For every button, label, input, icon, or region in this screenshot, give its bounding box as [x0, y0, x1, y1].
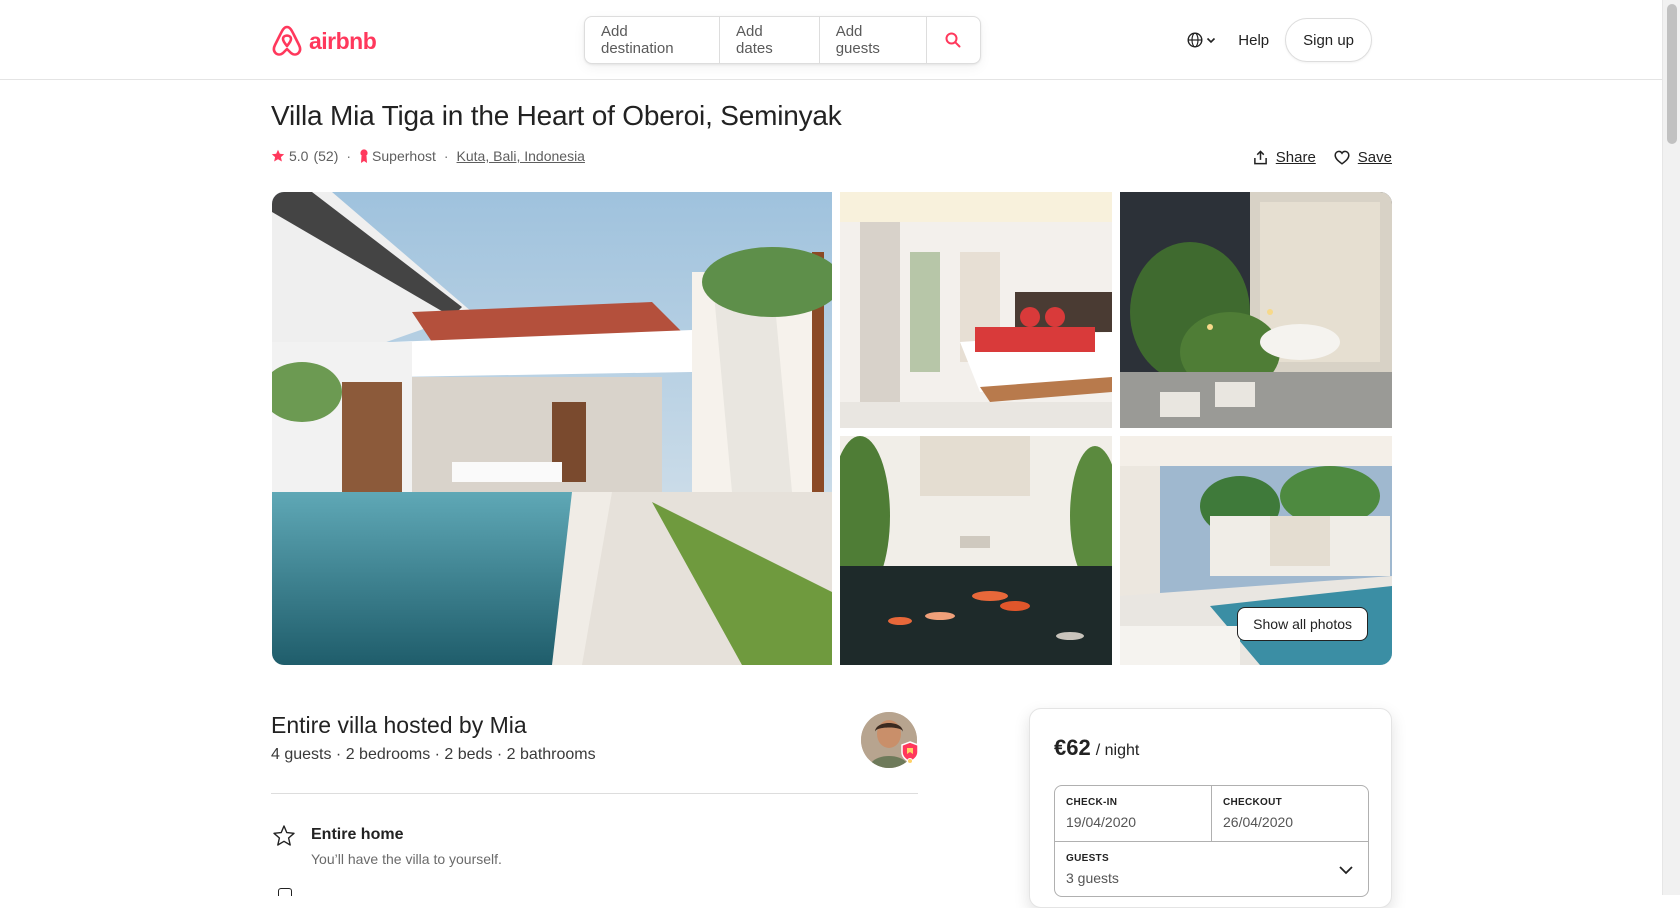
- superhost-label: Superhost: [372, 148, 436, 164]
- rating-value: 5.0: [289, 148, 309, 164]
- share-button[interactable]: Share: [1253, 149, 1316, 166]
- chevron-down-icon: [1339, 866, 1353, 875]
- globe-icon: [1187, 32, 1203, 48]
- top-navigation: airbnb Add destination Add dates Add gue…: [0, 0, 1662, 80]
- header-actions: Help Sign up: [1187, 18, 1372, 62]
- booking-card: €62 / night CHECK-IN 19/04/2020 CHECKOUT…: [1029, 708, 1392, 908]
- search-dates[interactable]: Add dates: [720, 17, 820, 63]
- listing-title: Villa Mia Tiga in the Heart of Oberoi, S…: [271, 100, 842, 131]
- page-scrollbar[interactable]: [1662, 0, 1680, 895]
- review-count[interactable]: (52): [313, 148, 338, 164]
- search-guests[interactable]: Add guests: [820, 17, 927, 63]
- brand-name: airbnb: [309, 27, 377, 54]
- separator-dot: ·: [346, 148, 352, 164]
- scrollbar-thumb[interactable]: [1667, 4, 1677, 144]
- price-unit: / night: [1095, 742, 1140, 759]
- superhost-medal-icon: [360, 149, 368, 163]
- language-button[interactable]: [1187, 32, 1216, 48]
- checkout-value: 26/04/2020: [1223, 814, 1294, 830]
- feature-title: Entire home: [311, 826, 404, 843]
- airbnb-logo[interactable]: airbnb: [271, 24, 377, 58]
- checkin-field[interactable]: CHECK-IN 19/04/2020: [1055, 786, 1212, 842]
- signup-button[interactable]: Sign up: [1285, 18, 1372, 62]
- photo-gallery: Show all photos: [272, 192, 1392, 665]
- photo-bedroom[interactable]: [840, 192, 1112, 428]
- heart-icon: [1334, 150, 1350, 165]
- listing-meta: 5.0 (52) · Superhost · Kuta, Bali, Indon…: [271, 148, 585, 164]
- price-line: €62 / night: [1054, 735, 1139, 761]
- star-outline-icon: [273, 825, 295, 846]
- star-icon: [271, 149, 285, 162]
- feature-description: You’ll have the villa to yourself.: [311, 851, 502, 867]
- section-divider: [271, 793, 918, 794]
- checkout-field[interactable]: CHECKOUT 26/04/2020: [1212, 786, 1368, 842]
- checkout-label: CHECKOUT: [1223, 797, 1283, 808]
- separator-dot: ·: [443, 148, 449, 164]
- host-heading: Entire villa hosted by Mia: [271, 712, 527, 738]
- save-button[interactable]: Save: [1334, 149, 1392, 166]
- search-destination[interactable]: Add destination: [585, 17, 721, 63]
- guests-value: 3 guests: [1066, 870, 1119, 886]
- search-button[interactable]: [927, 17, 980, 63]
- reservation-picker: CHECK-IN 19/04/2020 CHECKOUT 26/04/2020 …: [1054, 785, 1369, 897]
- checkin-label: CHECK-IN: [1066, 797, 1118, 808]
- search-icon: [945, 32, 961, 48]
- photo-outdoor-bathtub[interactable]: [1120, 192, 1392, 428]
- listing-capacity: 4 guests · 2 bedrooms · 2 beds · 2 bathr…: [271, 746, 596, 763]
- show-all-photos-button[interactable]: Show all photos: [1237, 607, 1368, 641]
- location-link[interactable]: Kuta, Bali, Indonesia: [457, 148, 585, 164]
- share-icon: [1253, 150, 1267, 165]
- search-bar: Add destination Add dates Add guests: [584, 16, 981, 64]
- share-label: Share: [1275, 149, 1316, 166]
- listing-actions: Share Save: [1235, 149, 1392, 166]
- checkin-value: 19/04/2020: [1066, 814, 1137, 830]
- guests-label: GUESTS: [1066, 853, 1109, 864]
- chevron-down-icon: [1207, 37, 1216, 44]
- help-link[interactable]: Help: [1238, 32, 1269, 49]
- save-label: Save: [1357, 149, 1392, 166]
- superhost-badge-icon: [901, 741, 919, 763]
- photo-pool-exterior[interactable]: [272, 192, 832, 665]
- guests-dropdown[interactable]: GUESTS 3 guests: [1055, 842, 1368, 898]
- airbnb-logo-icon: [272, 25, 302, 56]
- nightly-price: €62: [1054, 735, 1091, 760]
- photo-koi-pond[interactable]: [840, 436, 1112, 665]
